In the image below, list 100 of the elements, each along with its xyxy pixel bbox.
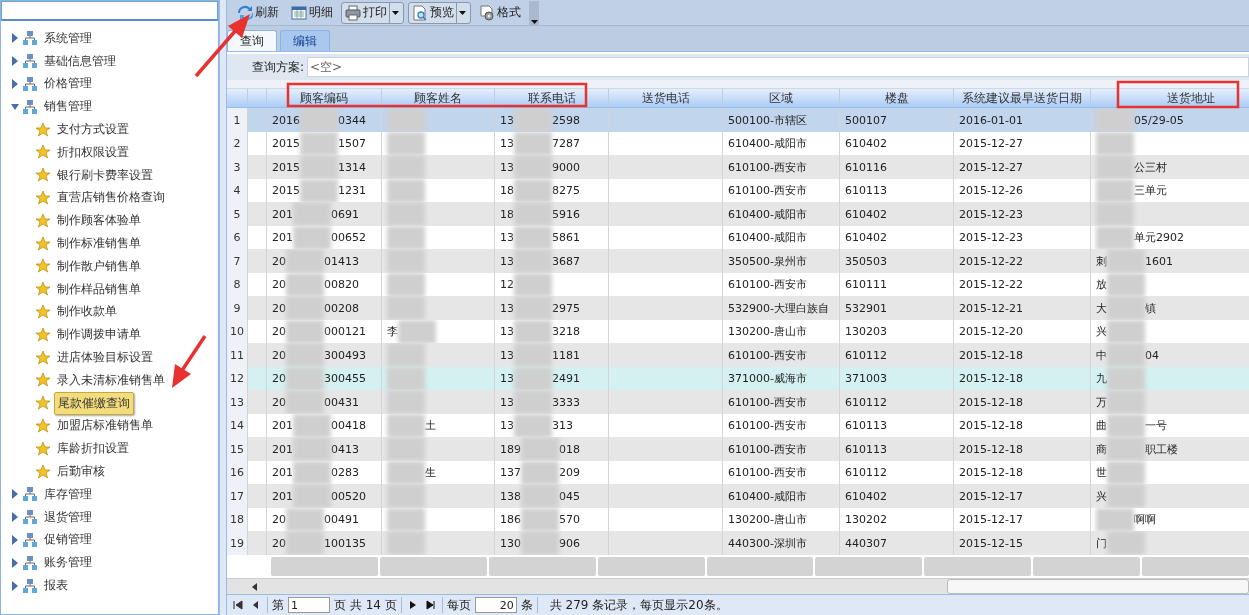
column-header[interactable]: 顾客姓名 (382, 89, 495, 108)
redaction-smudge (286, 366, 324, 391)
toolbar-button[interactable]: 预览 (408, 1, 471, 24)
search-field[interactable] (1, 1, 218, 21)
toolbar-button[interactable]: 打印 (341, 1, 404, 24)
column-header[interactable]: 送货地址 (1091, 89, 1249, 108)
tree-item[interactable]: 制作散户销售单 (54, 255, 144, 277)
tree-item[interactable]: 制作调拨申请单 (54, 324, 144, 346)
tree-item[interactable]: 制作样品销售单 (54, 278, 144, 300)
tree-item[interactable]: 加盟店标准销售单 (54, 415, 156, 437)
column-header[interactable]: 楼盘 (840, 89, 954, 108)
caret-icon[interactable] (458, 10, 466, 15)
column-header[interactable]: 送货电话 (609, 89, 723, 108)
toolbar-button[interactable]: 格式 (475, 1, 525, 24)
cell-text: 13 (500, 372, 514, 386)
tree-item[interactable]: 制作收款单 (54, 301, 120, 323)
table-row[interactable]: 17 201 00520 138 045 610400-咸阳市 610402 2015-12-17 兴 (227, 484, 1249, 508)
first-page-icon (233, 600, 243, 610)
tree-item[interactable]: 后勤审核 (54, 461, 108, 483)
table-row[interactable]: 13 20 00431 13 3333 610100-西安市 610112 2015-12-18 万 (227, 390, 1249, 414)
cell-text: 曲 (1096, 418, 1107, 434)
table-cell: 610100-西安市 (723, 343, 840, 367)
tree-item[interactable]: 录入未清标准销售单 (54, 369, 168, 391)
expand-icon[interactable] (11, 557, 19, 568)
column-header[interactable]: 系统建议最早送货日期 (954, 89, 1091, 108)
annotation-arrow (172, 335, 207, 388)
cell-text: 201 (272, 207, 293, 221)
cell-text: 2491 (552, 372, 580, 386)
expand-icon[interactable] (11, 580, 19, 591)
redaction-smudge (514, 343, 552, 367)
table-icon (291, 4, 307, 21)
table-row[interactable]: 12 20 300455 13 2491 371000-威海市 371003 2015-12-18 九 (227, 366, 1249, 391)
expand-icon[interactable] (11, 534, 19, 545)
page-size-input[interactable]: 20 (474, 597, 517, 613)
cell-text: 13 (500, 137, 514, 151)
collapse-icon[interactable] (11, 101, 19, 112)
table-row[interactable]: 7 20 01413 13 3687 350500-泉州市 350503 2015-12-22 刺 1601 (227, 249, 1249, 273)
table-cell: 532900-大理白族自 (723, 296, 840, 320)
tree-item[interactable]: 报表 (41, 575, 71, 596)
cell-text: 570 (559, 513, 580, 527)
column-header[interactable]: 顾客编码 (267, 89, 382, 108)
tree-item[interactable]: 促销管理 (41, 529, 95, 551)
tree-item[interactable]: 库龄折扣设置 (54, 438, 132, 460)
first-page-button[interactable] (231, 597, 245, 613)
cell-text: 20 (272, 513, 286, 527)
expand-icon[interactable] (11, 56, 19, 67)
tree-item[interactable]: 系统管理 (41, 27, 95, 49)
tree-item[interactable]: 折扣权限设置 (54, 141, 132, 163)
tree-item[interactable]: 制作顾客体验单 (54, 210, 144, 232)
scrollbar-thumb[interactable] (947, 579, 1249, 594)
tree-item[interactable]: 退货管理 (41, 506, 95, 528)
redaction-smudge (387, 155, 425, 179)
table-row[interactable]: 1 2016 0344 13 2598 500100-市辖区 500107 2016-01-01 05/29-05 (227, 108, 1249, 132)
tree-item[interactable]: 直营店销售价格查询 (54, 187, 168, 209)
cell-text: 兴 (1096, 488, 1107, 504)
column-header[interactable]: 联系电话 (495, 89, 609, 108)
query-field[interactable]: <空> (307, 57, 1249, 77)
toolbar-button[interactable]: 刷新 (233, 1, 283, 24)
tree-item[interactable]: 尾款催缴查询 (54, 391, 134, 415)
table-cell: 2015-12-23 (954, 202, 1091, 226)
table-row[interactable]: 5 201 0691 18 5916 610400-咸阳市 610402 2015-12-23 (227, 202, 1249, 226)
tree-item[interactable]: 账务管理 (41, 552, 95, 574)
network-icon (22, 30, 38, 47)
tree-item[interactable]: 价格管理 (41, 73, 95, 95)
table-row[interactable]: 19 20 100135 130 906 440300-深圳市 440307 2015-12-15 门 (227, 531, 1249, 555)
caret-icon[interactable] (391, 10, 399, 15)
column-header[interactable]: 区域 (723, 89, 840, 108)
tree-item[interactable]: 进店体验目标设置 (54, 347, 156, 369)
tree-item[interactable]: 库存管理 (41, 483, 95, 505)
tree-item[interactable]: 制作标准销售单 (54, 233, 144, 255)
redaction-smudge (387, 531, 425, 555)
redaction-smudge (1107, 437, 1145, 461)
last-page-button[interactable] (423, 597, 438, 613)
redaction-smudge (514, 296, 552, 320)
tab[interactable]: 编辑 (280, 30, 330, 51)
table-row[interactable]: 11 20 300493 13 1181 610100-西安市 610112 2015-12-18 中 04 (227, 343, 1249, 367)
cell-text: 1181 (552, 348, 580, 362)
tree-item[interactable]: 基础信息管理 (41, 50, 119, 72)
star-icon (35, 349, 51, 366)
table-row[interactable]: 3 2015 1314 13 9000 610100-西安市 610116 2015-12-27 公三村 (227, 155, 1249, 179)
cell-text: 20 (272, 372, 286, 386)
expand-icon[interactable] (11, 33, 19, 44)
expand-icon[interactable] (11, 489, 19, 500)
horizontal-scrollbar[interactable] (227, 578, 1249, 594)
tab[interactable]: 查询 (227, 30, 277, 51)
expand-icon[interactable] (11, 79, 19, 89)
cell-text: 商 (1096, 441, 1107, 457)
tree-item[interactable]: 支付方式设置 (54, 119, 132, 141)
tree-item[interactable]: 销售管理 (41, 96, 95, 118)
cell-text: 138 (500, 489, 521, 503)
tree-item[interactable]: 银行刷卡费率设置 (54, 164, 156, 186)
toolbar-button[interactable]: 明细 (287, 1, 337, 24)
page-input[interactable]: 1 (288, 597, 330, 613)
row-number: 2 (227, 131, 248, 156)
table-row[interactable]: 9 20 00208 13 2975 532900-大理白族自 532901 2015-12-21 大 镇 (227, 296, 1249, 320)
cell-text: 三单元 (1134, 183, 1167, 199)
overflow-button[interactable] (529, 0, 539, 25)
expand-icon[interactable] (11, 512, 19, 523)
table-row[interactable]: 15 201 0413 189 018 610100-西安市 610113 2015-12-18 商 职工楼 (227, 437, 1249, 461)
scroll-left-icon[interactable] (252, 582, 257, 591)
